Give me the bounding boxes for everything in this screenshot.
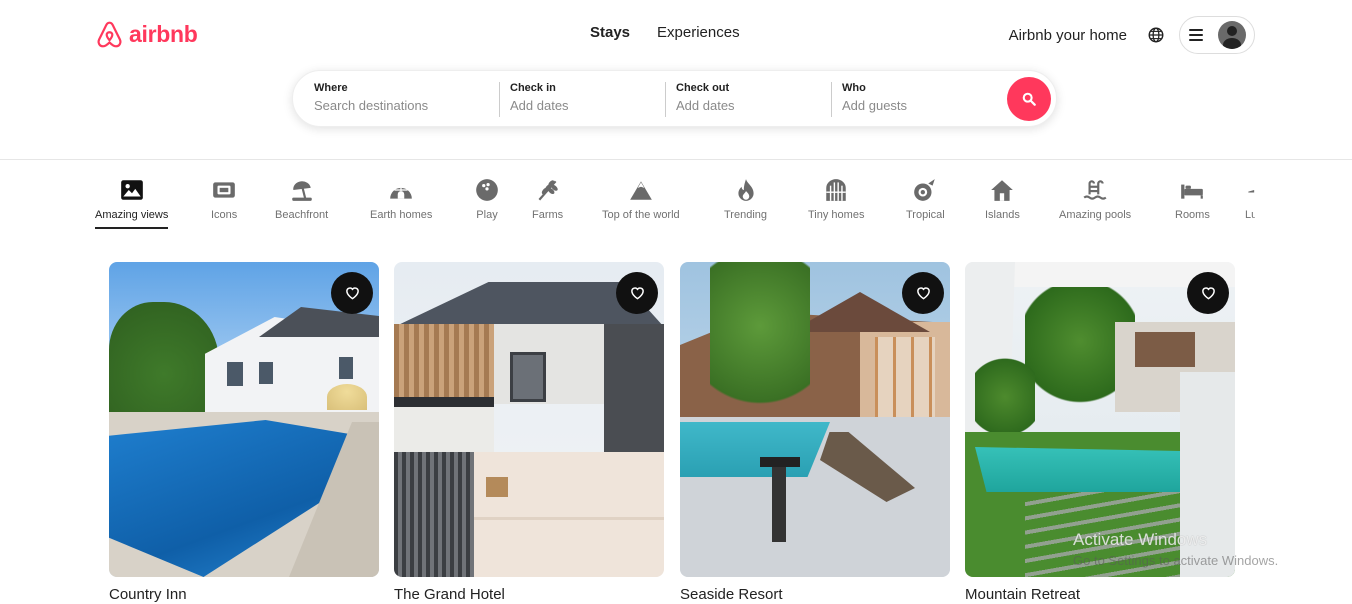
- check-out-label: Check out: [676, 82, 730, 94]
- header-actions: Airbnb your home: [1009, 16, 1255, 54]
- category-label: Play: [476, 209, 498, 221]
- listing-card[interactable]: Seaside Resort: [680, 262, 950, 603]
- house-icon: [991, 180, 1014, 201]
- search-divider: [831, 82, 832, 117]
- category-label: Icons: [211, 209, 238, 221]
- check-out-field[interactable]: Check out Add dates: [676, 82, 735, 113]
- category-label: Earth homes: [370, 209, 433, 221]
- category-bar: Amazing views Icons Beachfront Earth hom…: [95, 172, 1255, 234]
- search-divider: [499, 82, 500, 117]
- mountain-icon: [629, 181, 652, 200]
- listing-photo[interactable]: [394, 262, 664, 577]
- wheat-icon: [538, 180, 558, 201]
- brand-name: airbnb: [129, 21, 198, 47]
- favorite-button[interactable]: [616, 272, 658, 314]
- search-divider: [665, 82, 666, 117]
- search-button[interactable]: [1007, 77, 1051, 121]
- listing-photo[interactable]: [109, 262, 379, 577]
- search-bar: Where Search destinations Check in Add d…: [292, 70, 1057, 127]
- category-tropical[interactable]: Tropical: [906, 172, 945, 221]
- heart-icon: [1201, 287, 1215, 300]
- check-in-field[interactable]: Check in Add dates: [510, 82, 569, 113]
- tab-stays[interactable]: Stays: [590, 24, 630, 41]
- hamburger-icon: [1189, 29, 1203, 41]
- host-your-home-link[interactable]: Airbnb your home: [1009, 27, 1127, 44]
- category-label: Islands: [985, 209, 1020, 221]
- picture-icon: [120, 180, 143, 200]
- category-amazing-views[interactable]: Amazing views: [95, 172, 169, 229]
- category-trending[interactable]: Trending: [724, 172, 767, 221]
- watermark-subtitle: Go to Settings to activate Windows.: [1073, 553, 1279, 568]
- category-farms[interactable]: Farms: [532, 172, 563, 221]
- igloo-icon: [390, 187, 413, 199]
- favorite-button[interactable]: [1187, 272, 1229, 314]
- where-field[interactable]: Where Search destinations: [314, 82, 428, 113]
- category-label: Trending: [724, 209, 768, 221]
- bed-icon: [1181, 184, 1204, 199]
- ticket-icon: [213, 182, 235, 198]
- category-amazing-pools[interactable]: Amazing pools: [1059, 172, 1131, 221]
- favorite-button[interactable]: [331, 272, 373, 314]
- search-icon: [1022, 92, 1036, 106]
- category-label: Amazing views: [95, 209, 169, 221]
- listing-title[interactable]: Seaside Resort: [680, 586, 950, 603]
- nav-tabs: Stays Experiences: [590, 24, 740, 41]
- user-menu-button[interactable]: [1179, 16, 1255, 54]
- who-input[interactable]: Add guests: [842, 98, 907, 113]
- category-top-of-the-world[interactable]: Top of the world: [602, 172, 680, 221]
- category-label: Beachfront: [275, 209, 329, 221]
- airbnb-logo-icon: [97, 21, 122, 48]
- category-earth-homes[interactable]: Earth homes: [370, 172, 432, 221]
- heart-icon: [345, 287, 359, 300]
- top-header: airbnb Stays Experiences Airbnb your hom…: [0, 0, 1352, 160]
- category-label: Lu: [1245, 209, 1255, 221]
- category-rooms[interactable]: Rooms: [1175, 172, 1210, 221]
- category-label: Amazing pools: [1059, 209, 1132, 221]
- tab-experiences[interactable]: Experiences: [657, 24, 740, 41]
- activate-windows-watermark: Activate Windows Go to Settings to activ…: [1073, 530, 1278, 568]
- listing-card[interactable]: The Grand Hotel: [394, 262, 664, 603]
- where-label: Where: [314, 82, 348, 94]
- category-label: Tropical: [906, 209, 945, 221]
- who-label: Who: [842, 82, 866, 94]
- user-avatar-icon: [1218, 21, 1246, 49]
- listing-card[interactable]: Country Inn: [109, 262, 379, 603]
- airbnb-logo[interactable]: airbnb: [95, 20, 198, 49]
- category-label: Farms: [532, 209, 564, 221]
- listing-title[interactable]: The Grand Hotel: [394, 586, 664, 603]
- pool-ladder-icon: [1083, 180, 1107, 200]
- heart-icon: [916, 287, 930, 300]
- who-field[interactable]: Who Add guests: [842, 82, 907, 113]
- comet-icon: [914, 179, 936, 201]
- category-label: Tiny homes: [808, 209, 865, 221]
- favorite-button[interactable]: [902, 272, 944, 314]
- check-in-label: Check in: [510, 82, 556, 94]
- partial-icon: [1248, 190, 1255, 193]
- category-label: Top of the world: [602, 209, 680, 221]
- check-out-input[interactable]: Add dates: [676, 98, 735, 113]
- bowling-ball-icon: [476, 179, 498, 201]
- where-input[interactable]: Search destinations: [314, 98, 428, 113]
- globe-icon[interactable]: [1147, 26, 1165, 44]
- umbrella-icon: [291, 181, 312, 201]
- category-beachfront[interactable]: Beachfront: [275, 172, 328, 221]
- category-partial[interactable]: Lu: [1245, 172, 1255, 221]
- category-islands[interactable]: Islands: [985, 172, 1020, 221]
- watermark-title: Activate Windows: [1073, 530, 1208, 549]
- listing-title[interactable]: Mountain Retreat: [965, 586, 1235, 603]
- category-play[interactable]: Play: [474, 172, 500, 221]
- category-label: Rooms: [1175, 209, 1210, 221]
- listing-photo[interactable]: [680, 262, 950, 577]
- category-tiny-homes[interactable]: Tiny homes: [808, 172, 864, 221]
- gate-icon: [826, 179, 846, 201]
- fire-icon: [737, 179, 754, 201]
- listing-title[interactable]: Country Inn: [109, 586, 379, 603]
- check-in-input[interactable]: Add dates: [510, 98, 569, 113]
- heart-icon: [630, 287, 644, 300]
- category-icons[interactable]: Icons: [211, 172, 237, 221]
